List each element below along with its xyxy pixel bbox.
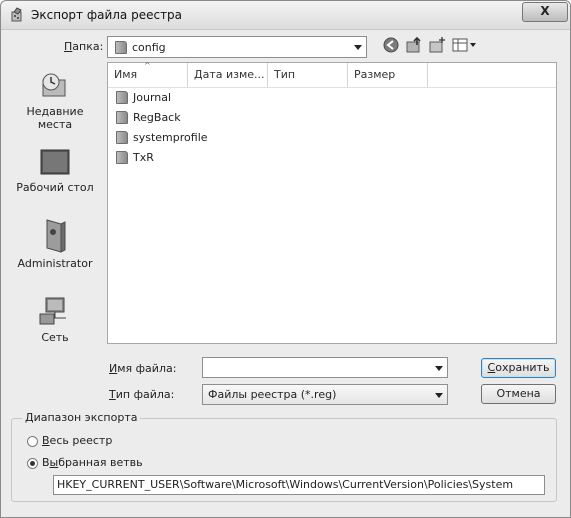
cancel-button[interactable]: Отмена — [481, 384, 556, 404]
views-menu-button[interactable] — [452, 36, 478, 54]
place-recent[interactable]: Недавние места — [8, 70, 102, 131]
radio-all-registry-label[interactable]: Весь реестр — [42, 434, 112, 447]
export-range-legend: Диапазон экспорта — [22, 411, 141, 424]
look-in-label: Папка: — [64, 40, 104, 53]
file-type-select[interactable]: Файлы реестра (*.reg) — [202, 384, 448, 405]
new-folder-button[interactable] — [428, 36, 446, 54]
folder-icon — [116, 110, 128, 124]
sort-ascending-icon: ^ — [144, 61, 151, 70]
radio-all-registry[interactable] — [27, 436, 38, 447]
up-folder-icon — [406, 36, 421, 53]
chevron-down-icon — [435, 392, 443, 398]
registry-editor-icon — [9, 7, 25, 23]
network-icon — [39, 297, 66, 325]
place-network[interactable]: Сеть — [8, 296, 102, 344]
column-header-size[interactable]: Размер — [348, 63, 428, 87]
place-label: Рабочий стол — [16, 181, 94, 194]
branch-path-input[interactable]: HKEY_CURRENT_USER\Software\Microsoft\Win… — [53, 475, 545, 495]
window-title: Экспорт файла реестра — [31, 8, 183, 22]
folder-icon — [116, 130, 128, 144]
file-name-label: Имя файла: — [109, 362, 177, 375]
recent-places-icon — [42, 73, 66, 97]
file-name-input[interactable] — [202, 357, 448, 378]
close-icon: X — [540, 4, 550, 18]
place-desktop[interactable]: Рабочий стол — [8, 148, 102, 194]
look-in-value: config — [132, 41, 166, 54]
back-button[interactable] — [382, 36, 400, 54]
folder-icon — [116, 150, 128, 164]
place-label: Administrator — [17, 257, 93, 270]
column-header-name[interactable]: Имя ^ — [108, 61, 188, 87]
title-bar: Экспорт файла реестра X — [1, 1, 570, 30]
close-button[interactable]: X — [522, 2, 568, 22]
desktop-icon — [40, 149, 70, 175]
folder-icon — [115, 41, 127, 54]
places-bar: Недавние места Рабочий стол Administrato… — [8, 62, 102, 402]
chevron-down-icon — [354, 45, 362, 50]
column-header-row: Имя ^ Дата изме... Тип Размер — [108, 61, 556, 88]
list-item[interactable]: TxR — [116, 149, 154, 167]
file-name: TxR — [133, 151, 154, 164]
back-icon — [383, 37, 399, 53]
column-header-type[interactable]: Тип — [268, 63, 348, 87]
list-item[interactable]: systemprofile — [116, 129, 208, 147]
save-button[interactable]: Сохранить — [481, 358, 556, 378]
column-header-date[interactable]: Дата изме... — [188, 63, 268, 87]
chevron-down-icon — [435, 365, 443, 371]
file-name: Journal — [133, 91, 172, 104]
place-administrator[interactable]: Administrator — [8, 218, 102, 270]
user-folder-icon — [46, 219, 66, 253]
file-name: systemprofile — [133, 131, 208, 144]
radio-selected-branch-label[interactable]: Выбранная ветвь — [42, 456, 143, 469]
list-item[interactable]: Journal — [116, 89, 171, 107]
up-folder-button[interactable] — [405, 36, 423, 54]
file-name: RegBack — [133, 111, 181, 124]
place-label: Сеть — [41, 331, 69, 344]
file-type-label: Тип файла: — [109, 388, 175, 401]
place-label: Недавние — [26, 105, 84, 118]
views-menu-icon — [452, 38, 476, 52]
folder-icon — [116, 90, 128, 104]
file-list[interactable]: Имя ^ Дата изме... Тип Размер Journal Re… — [107, 61, 557, 344]
place-label: места — [37, 118, 73, 131]
list-item[interactable]: RegBack — [116, 109, 181, 127]
new-folder-icon — [429, 37, 445, 53]
radio-selected-branch[interactable] — [27, 458, 38, 469]
